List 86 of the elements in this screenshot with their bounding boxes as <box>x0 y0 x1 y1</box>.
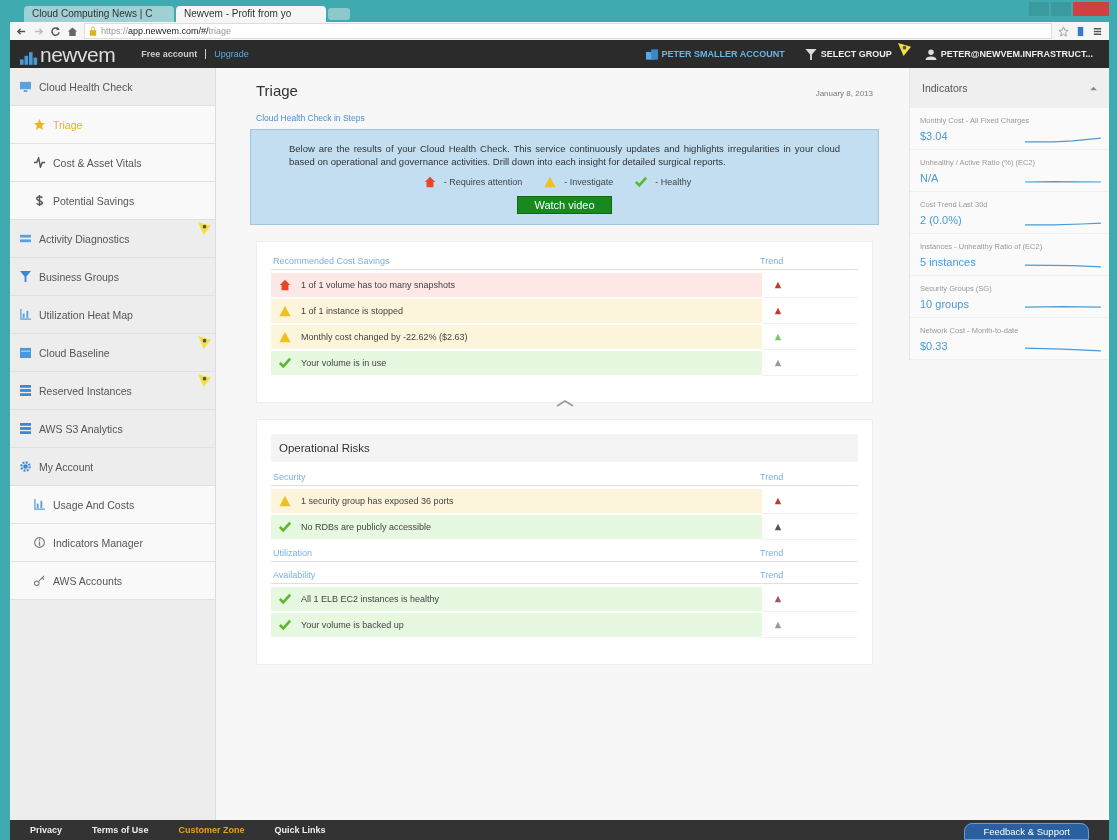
star-icon[interactable] <box>1058 25 1069 37</box>
lock-icon <box>89 26 97 36</box>
extension-icon[interactable] <box>1075 25 1086 37</box>
dollar-icon <box>34 195 45 206</box>
sidebar-item[interactable]: Activity Diagnostics <box>10 220 215 258</box>
sidebar-item[interactable]: Potential Savings <box>10 182 215 220</box>
monitor-icon <box>20 81 31 92</box>
trend-heading: Trend <box>760 256 785 266</box>
key-icon <box>34 575 45 586</box>
flag-icon[interactable] <box>198 222 211 235</box>
account-plan: Free account <box>141 49 198 59</box>
footer-link[interactable]: Privacy <box>30 825 63 835</box>
list-icon <box>20 385 31 396</box>
building-icon <box>645 48 658 60</box>
legend-label: - Healthy <box>655 177 692 187</box>
sidebar-item[interactable]: Reserved Instances <box>10 372 215 410</box>
warning-icon <box>279 495 291 507</box>
trend-heading: Trend <box>760 570 785 580</box>
footer-link[interactable]: Terms of Use <box>92 825 149 835</box>
sidebar-item[interactable]: Cost & Asset Vitals <box>10 144 215 182</box>
home-icon[interactable] <box>67 25 78 37</box>
result-row[interactable]: Your volume is in use <box>271 351 762 375</box>
legend-label: - Requires attention <box>443 177 523 187</box>
menu-icon[interactable] <box>1092 25 1103 37</box>
house-icon <box>279 279 291 291</box>
footer-link[interactable]: Customer Zone <box>178 825 245 835</box>
gear-icon <box>20 461 31 472</box>
result-row[interactable]: No RDBs are publicly accessible <box>271 515 762 539</box>
browser-tab[interactable]: Newvem - Profit from yo <box>176 6 326 22</box>
checkmark-icon <box>279 593 291 605</box>
checkmark-icon <box>279 357 291 369</box>
caret-icon[interactable] <box>1090 85 1097 91</box>
warning-icon <box>544 176 557 188</box>
checkmark-icon <box>279 619 291 631</box>
pulse-icon <box>34 157 45 168</box>
address-field[interactable]: https://app.newvem.com/#/triage <box>84 23 1052 39</box>
sidebar-item[interactable]: Indicators Manager <box>10 524 215 562</box>
date-label: January 8, 2013 <box>815 89 873 98</box>
sidebar-item[interactable]: Usage And Costs <box>10 486 215 524</box>
calendar-icon <box>20 347 31 358</box>
logo-text: newvem <box>40 43 116 65</box>
flag-icon[interactable] <box>198 374 211 387</box>
collapse-icon[interactable] <box>554 400 575 408</box>
checkmark-icon <box>279 521 291 533</box>
panel-title: Indicators <box>922 82 968 94</box>
flag-icon[interactable] <box>897 42 911 56</box>
sidebar-item[interactable]: AWS S3 Analytics <box>10 410 215 448</box>
upgrade-link[interactable]: Upgrade <box>214 49 249 59</box>
browser-tab[interactable]: Cloud Computing News | C <box>24 6 174 22</box>
result-row[interactable]: Your volume is backed up <box>271 613 762 637</box>
warning-icon <box>279 305 291 317</box>
chart-icon <box>34 499 45 510</box>
legend-label: - Investigate <box>564 177 614 187</box>
logo-icon <box>20 51 38 65</box>
list-icon <box>20 423 31 434</box>
bars-icon <box>20 233 31 244</box>
sidebar-item[interactable]: AWS Accounts <box>10 562 215 600</box>
footer-link[interactable]: Quick Links <box>274 825 326 835</box>
result-row[interactable]: Monthly cost changed by -22.62% ($2.63) <box>271 325 762 349</box>
intro-text: Below are the results of your Cloud Health Check. This service continuously updates and highlights irregularities in your cloud based on operational and governance activities. Drill down into each insight for detailed surgical reports. <box>289 142 840 168</box>
user-icon <box>924 48 937 60</box>
info-icon <box>34 537 45 548</box>
result-row[interactable]: 1 of 1 volume has too many snapshots <box>271 273 762 297</box>
page-title: Triage <box>256 82 299 99</box>
sidebar-item[interactable]: Cloud Baseline <box>10 334 215 372</box>
filter-icon <box>20 271 31 282</box>
reload-icon[interactable] <box>50 25 61 37</box>
trend-heading: Trend <box>760 548 785 558</box>
trend-heading: Trend <box>760 472 785 482</box>
star-icon <box>34 119 45 130</box>
checkmark-icon <box>635 176 648 188</box>
result-row[interactable]: All 1 ELB EC2 instances is healthy <box>271 587 762 611</box>
result-row[interactable]: 1 of 1 instance is stopped <box>271 299 762 323</box>
select-group-button[interactable]: SELECT GROUP <box>798 48 898 60</box>
warning-icon <box>279 331 291 343</box>
feedback-button[interactable]: Feedback & Support <box>964 823 1089 840</box>
filter-icon <box>804 48 817 60</box>
card-title: Operational Risks <box>271 434 858 462</box>
user-menu[interactable]: PETER@NEWVEM.INFRASTRUCT... <box>918 48 1099 60</box>
flag-icon[interactable] <box>198 336 211 349</box>
chart-icon <box>20 309 31 320</box>
sidebar-item[interactable]: Business Groups <box>10 258 215 296</box>
account-menu[interactable]: PETER SMALLER ACCOUNT <box>639 48 791 60</box>
house-icon <box>423 176 436 188</box>
watch-video-button[interactable]: Watch video <box>517 196 612 214</box>
sidebar-item[interactable]: Utilization Heat Map <box>10 296 215 334</box>
